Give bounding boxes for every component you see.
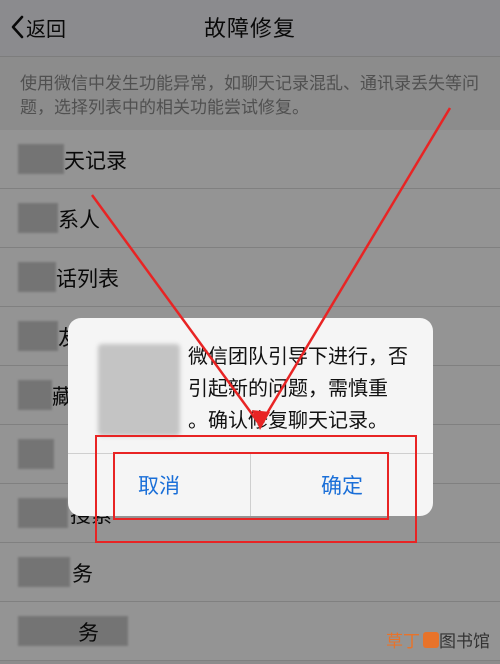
arrow-line-right xyxy=(258,107,452,426)
annotation-arrows xyxy=(90,107,452,430)
arrow-head xyxy=(252,410,270,430)
watermark-text: 图书馆 xyxy=(439,632,490,652)
watermark: 草丁 图书馆 xyxy=(386,627,490,652)
screen: 返回 故障修复 使用微信中发生功能异常，如聊天记录混乱、通讯录丢失等问题，选择列… xyxy=(0,0,500,664)
arrow-line-left xyxy=(90,194,262,426)
book-icon xyxy=(423,631,439,648)
watermark-brand: 草丁 xyxy=(386,632,420,652)
